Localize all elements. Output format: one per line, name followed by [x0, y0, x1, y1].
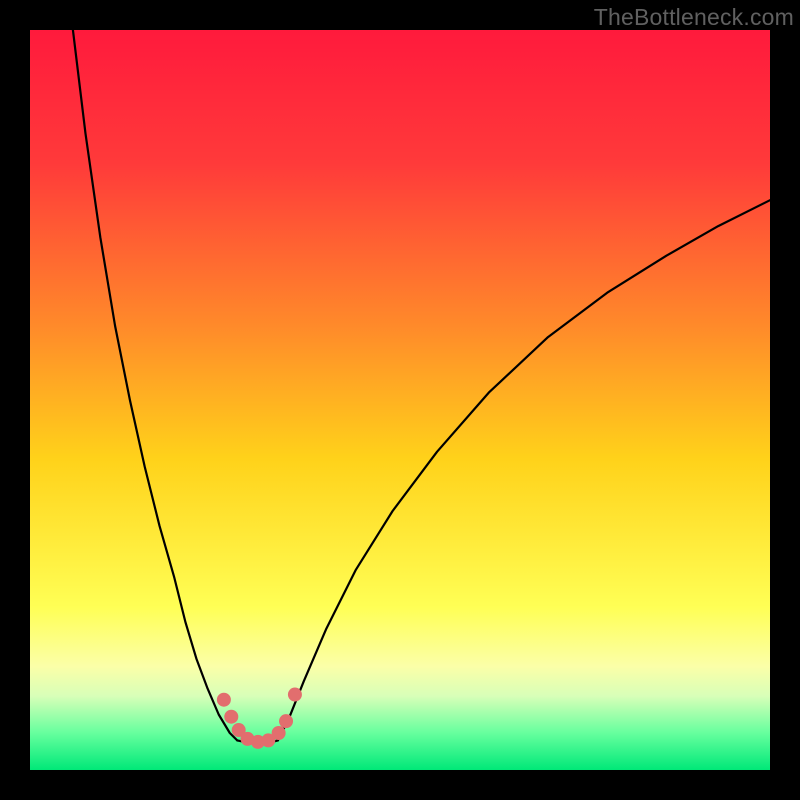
watermark-text: TheBottleneck.com: [594, 4, 794, 31]
chart-svg: [30, 30, 770, 770]
chart-background: [30, 30, 770, 770]
data-point-0: [217, 693, 231, 707]
data-point-6: [272, 726, 286, 740]
chart-frame: [30, 30, 770, 770]
data-point-8: [288, 688, 302, 702]
data-point-1: [224, 710, 238, 724]
data-point-7: [279, 714, 293, 728]
